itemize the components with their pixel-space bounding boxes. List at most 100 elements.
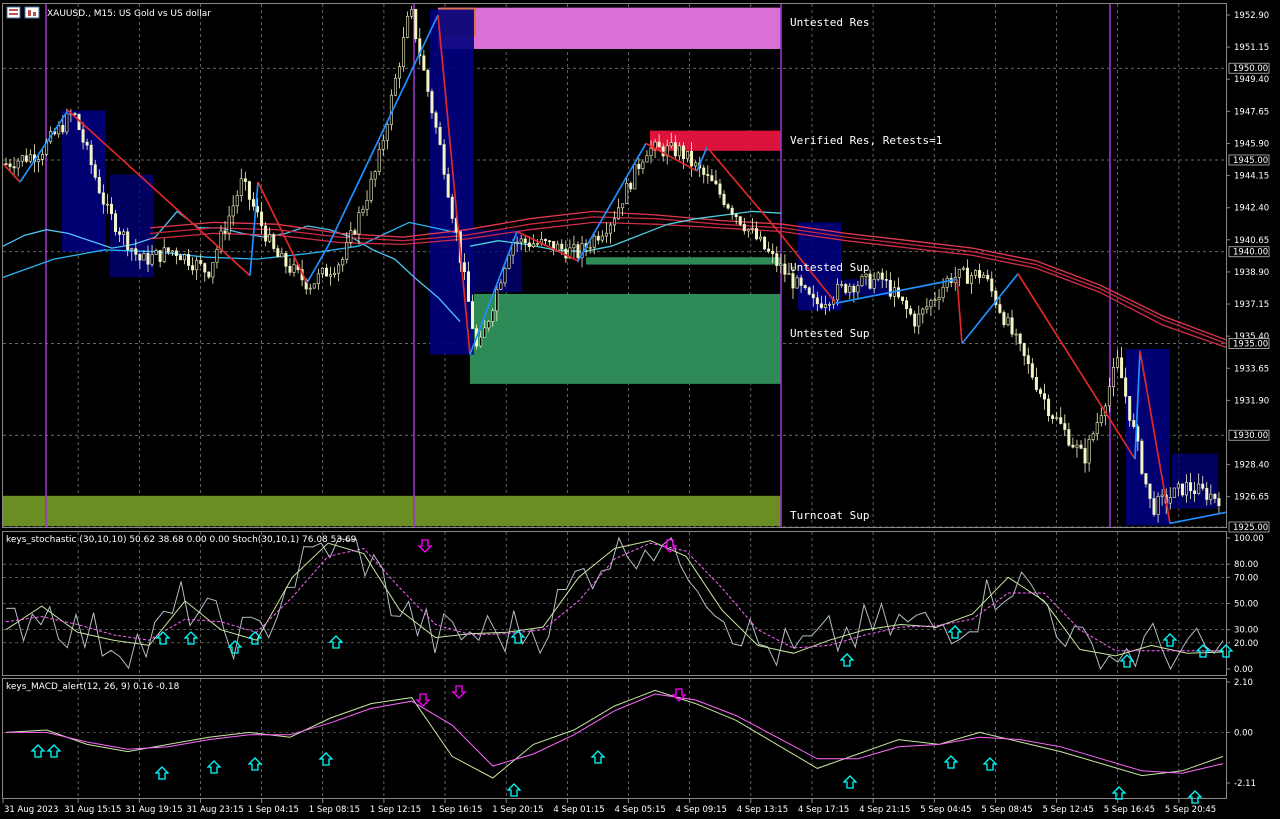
candle-body xyxy=(625,182,629,205)
candle-body xyxy=(41,154,45,160)
candle-body xyxy=(1002,312,1006,326)
candle-body xyxy=(913,313,917,327)
candle-body xyxy=(742,224,746,232)
candle-body xyxy=(308,287,312,290)
candle-body xyxy=(714,180,718,185)
candle-body xyxy=(746,228,750,232)
candle-body xyxy=(85,141,89,146)
macd-sell-arrow xyxy=(451,685,467,699)
zigzag-segment xyxy=(956,279,963,344)
candle-body xyxy=(260,211,264,227)
consolidation-block xyxy=(1126,348,1170,526)
candle-body xyxy=(1067,429,1071,446)
zone-turncoat-sup xyxy=(3,495,781,527)
candle-body xyxy=(803,285,807,289)
candle-body xyxy=(324,267,328,277)
zigzag-segment xyxy=(1169,511,1227,525)
chart-canvas[interactable]: Untested Res Verified Res, Retests=1 Unt… xyxy=(0,0,1280,819)
candle-body xyxy=(381,140,385,150)
candle-body xyxy=(446,174,450,198)
candle-body xyxy=(978,270,982,278)
candle-body xyxy=(974,270,978,276)
candle-body xyxy=(641,161,645,169)
candle-body xyxy=(312,283,316,289)
candle-body xyxy=(1160,494,1164,497)
candle-body xyxy=(750,228,754,230)
zigzag-segment xyxy=(961,273,1019,345)
candle-body xyxy=(961,267,965,270)
consolidation-block xyxy=(430,9,474,355)
candle-body xyxy=(791,273,795,289)
candle-body xyxy=(138,254,142,261)
candle-body xyxy=(414,9,418,40)
candle-body xyxy=(819,303,823,308)
time-tick-label: 5 Sep 20:45 xyxy=(1165,805,1216,815)
candle-body xyxy=(690,151,694,167)
price-tick-label: 1945.90 xyxy=(1234,139,1269,149)
candle-body xyxy=(686,151,690,159)
candle-body xyxy=(442,144,446,175)
candle-body xyxy=(211,262,215,278)
candle-body xyxy=(592,235,596,248)
candle-body xyxy=(856,285,860,293)
candle-body xyxy=(178,255,182,261)
stoch-tick-label: 20.00 xyxy=(1234,639,1258,649)
candle-body xyxy=(779,263,783,266)
candle-body xyxy=(320,267,324,275)
candle-body xyxy=(1193,490,1197,494)
candle-body xyxy=(507,254,511,269)
price-tick-label: 1928.40 xyxy=(1234,461,1269,471)
macd-buy-arrow xyxy=(943,755,959,769)
candle-body xyxy=(1201,483,1205,489)
candle-body xyxy=(969,275,973,284)
candle-body xyxy=(215,249,219,263)
candle-body xyxy=(187,254,191,266)
candle-body xyxy=(402,37,406,67)
macd-buy-arrow xyxy=(318,752,334,766)
stoch-tick-label: 0.00 xyxy=(1234,665,1253,675)
candle-body xyxy=(621,203,625,209)
macd-buy-arrow xyxy=(982,757,998,771)
candle-body xyxy=(957,268,961,278)
candle-body xyxy=(771,250,775,254)
candle-body xyxy=(1140,440,1144,474)
candle-body xyxy=(645,155,649,163)
macd-tick-label: 2.10 xyxy=(1234,678,1253,688)
zigzag-segment xyxy=(577,143,647,262)
candle-body xyxy=(811,293,815,299)
price-tick-label: 1940.65 xyxy=(1234,236,1269,246)
candle-body xyxy=(544,239,548,242)
candle-body xyxy=(479,336,483,347)
time-axis: 31 Aug 2023 31 Aug 15:15 31 Aug 19:15 31 Au… xyxy=(2,799,1216,815)
macd-buy-arrow xyxy=(30,744,46,758)
chart-menu-icon[interactable] xyxy=(6,6,21,19)
candle-body xyxy=(126,231,130,251)
candle-body xyxy=(1156,496,1160,515)
candle-body xyxy=(982,274,986,278)
candle-body xyxy=(840,284,844,286)
candle-body xyxy=(1213,493,1217,499)
candle-body xyxy=(288,265,292,273)
candle-body xyxy=(556,243,560,251)
candle-body xyxy=(738,216,742,225)
candle-body xyxy=(89,144,93,166)
candle-body xyxy=(369,178,373,201)
candle-body xyxy=(365,200,369,210)
macd-buy-arrow xyxy=(154,766,170,780)
chart-type-icon[interactable] xyxy=(24,6,40,19)
candle-body xyxy=(1063,423,1067,430)
time-tick-label: 31 Aug 15:15 xyxy=(64,805,121,815)
candle-body xyxy=(357,212,361,235)
candle-body xyxy=(1111,367,1115,387)
candle-body xyxy=(945,278,949,288)
candle-body xyxy=(105,203,109,206)
candle-body xyxy=(759,236,763,240)
price-level-label: 1945.00 xyxy=(1233,156,1268,166)
candle-body xyxy=(166,247,170,253)
price-tick-label: 1926.65 xyxy=(1234,493,1269,503)
zigzag-segment xyxy=(19,109,69,183)
candle-body xyxy=(422,55,426,71)
candle-body xyxy=(182,254,186,261)
candle-body xyxy=(531,243,535,248)
stoch-buy-arrow xyxy=(183,631,199,645)
